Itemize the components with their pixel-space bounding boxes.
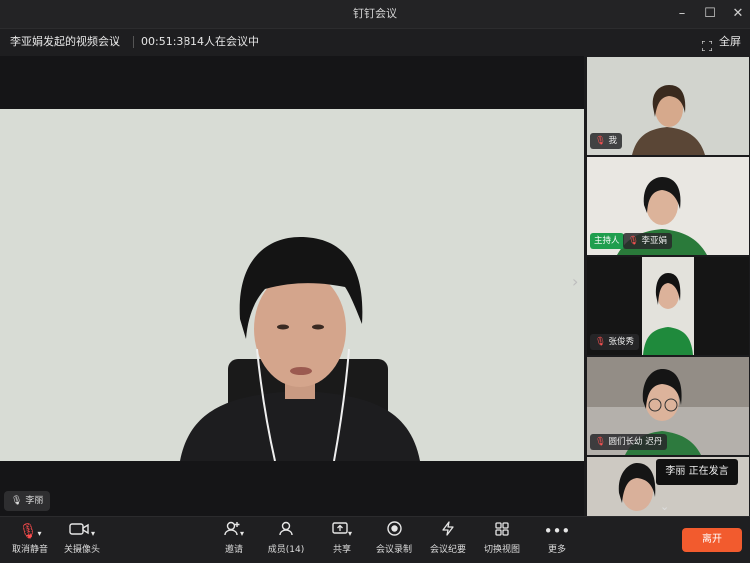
minutes-label: 会议纪要 [429,545,466,555]
grid-icon [474,520,530,542]
tile-name-tag: 🎙 圆们长幼 迟丹 [590,434,668,450]
speaking-tooltip: 李丽 正在发言 [656,459,738,485]
share-button[interactable]: ▾ 共享 [314,520,370,560]
divider [184,36,185,48]
lightning-icon [420,520,476,542]
members-label: 成员(14) [267,545,305,555]
share-label: 共享 [332,545,351,555]
microphone-muted-icon: 🎙 [628,236,639,246]
tile-name: 张俊秀 [608,337,635,347]
chevron-right-icon[interactable]: › [572,272,578,291]
tile-name-tag: 🎙 张俊秀 [590,334,640,350]
switch-view-label: 切换视图 [483,545,520,555]
participant-count: 14人在会议中 [190,35,259,48]
invite-label: 邀请 [224,545,243,555]
host-badge: 主持人 [590,233,624,249]
record-icon [366,520,422,542]
chevron-down-icon[interactable]: ⌄ [660,500,669,513]
microphone-muted-icon: 🎙 [595,136,606,146]
chevron-down-icon[interactable]: ⌄ [112,28,120,56]
record-button[interactable]: 会议录制 [366,520,422,560]
invite-button[interactable]: ▾ 邀请 [206,520,262,560]
speaker-video-image [0,109,584,461]
unmute-button[interactable]: 🎙▾ 取消静音 [2,520,58,560]
user-icon [258,520,314,542]
more-button[interactable]: ••• 更多 [529,520,585,560]
fullscreen-icon[interactable] [701,36,713,52]
minutes-button[interactable]: 会议纪要 [420,520,476,560]
switch-view-button[interactable]: 切换视图 [474,520,530,560]
microphone-muted-icon: 🎙 [595,437,606,447]
record-label: 会议录制 [375,545,412,555]
tile-name: 圆们长幼 迟丹 [608,437,663,447]
tile-name: 我 [608,136,618,146]
add-user-icon: ▾ [206,520,262,542]
members-button[interactable]: 成员(14) [258,520,314,560]
meeting-timer: 00:51:38 [141,35,191,48]
tile-name-tag: 🎙 我 [590,133,623,149]
fullscreen-button[interactable]: 全屏 [719,28,741,56]
more-label: 更多 [547,545,566,555]
share-screen-icon: ▾ [314,520,370,542]
unmute-label: 取消静音 [11,545,48,555]
camera-icon: ▾ [54,520,110,542]
minimize-button[interactable]: – [667,0,697,28]
microphone-icon: 🎙 [11,496,23,506]
meeting-name[interactable]: 李亚娟发起的视频会议 [10,28,120,56]
tile-name-tag: 🎙 李亚娟 [623,233,673,249]
speaker-name-tag: 🎙 李丽 [4,491,51,511]
more-dots-icon: ••• [543,522,571,540]
microphone-muted-icon: 🎙▾ [18,522,42,540]
window-title: 钉钉会议 [353,7,397,20]
maximize-button[interactable]: ☐ [695,0,725,28]
divider [133,36,134,48]
microphone-muted-icon: 🎙 [595,337,606,347]
main-video[interactable] [0,109,584,461]
camera-label: 关摄像头 [63,545,100,555]
tile-name: 李亚娟 [641,236,668,246]
camera-button[interactable]: ▾ 关摄像头 [54,520,110,560]
leave-button[interactable]: 离开 [682,528,742,552]
speaker-name: 李丽 [25,496,44,506]
close-button[interactable]: ✕ [723,0,750,28]
